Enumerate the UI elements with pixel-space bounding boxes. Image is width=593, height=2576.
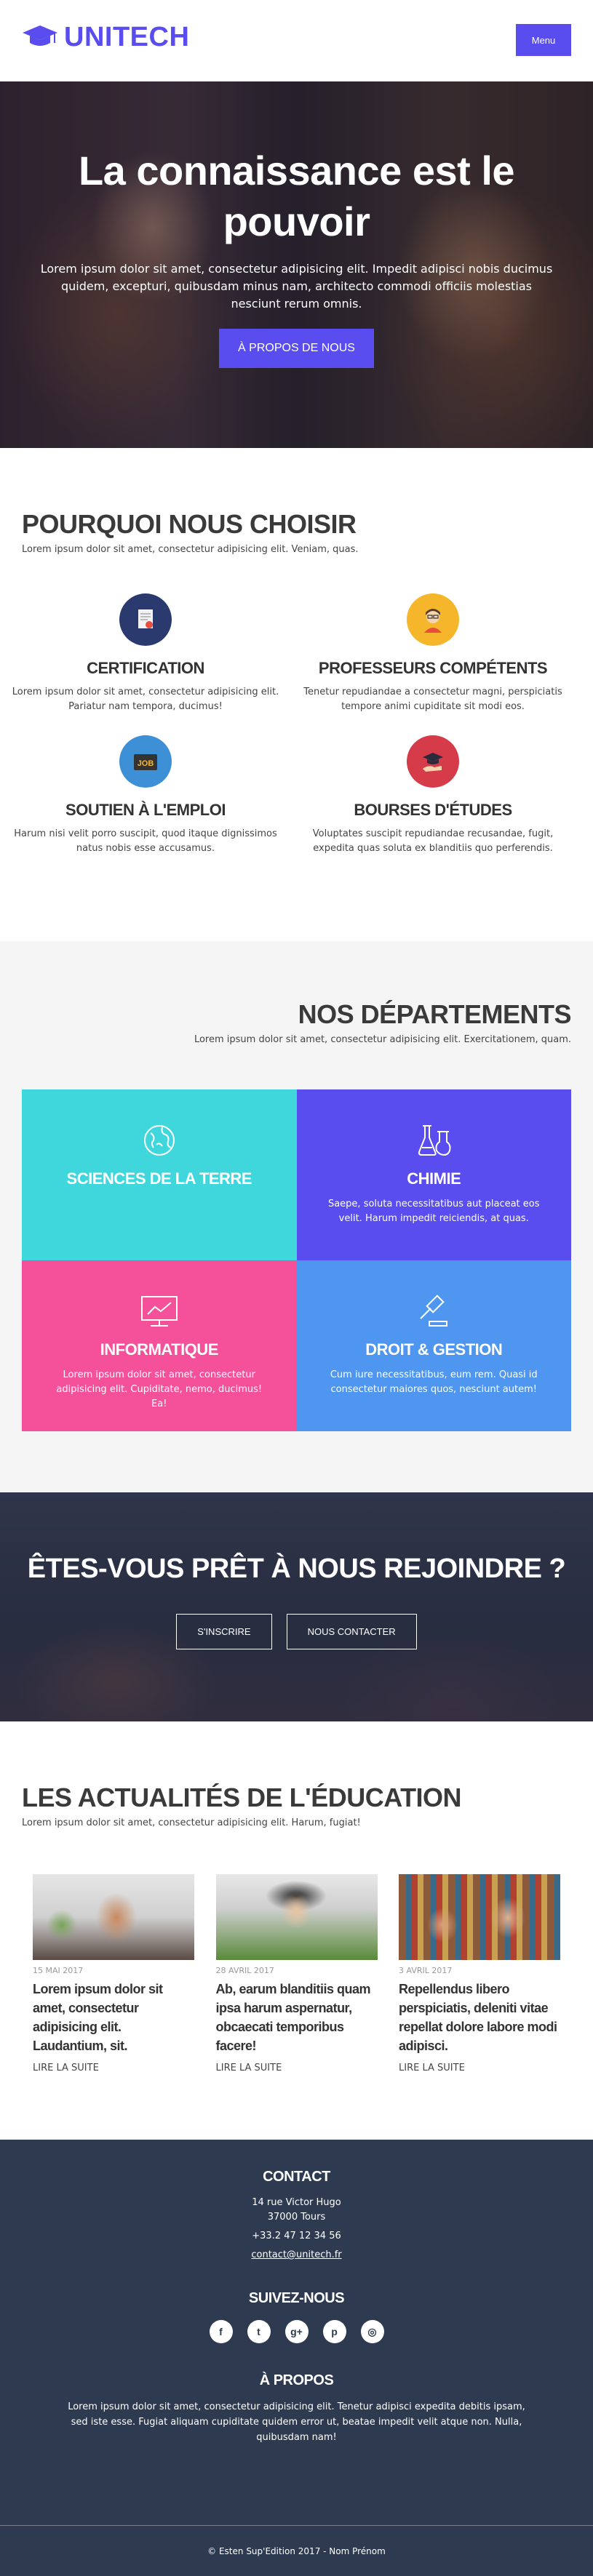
signup-button[interactable]: S'INSCRIRE: [176, 1614, 272, 1649]
menu-button[interactable]: Menu: [516, 24, 571, 56]
feature-text: Lorem ipsum dolor sit amet, consectetur …: [12, 687, 279, 712]
certificate-icon: [119, 593, 172, 646]
about-text: Lorem ipsum dolor sit amet, consectetur …: [68, 2401, 525, 2443]
news-image[interactable]: [33, 1874, 194, 1960]
join-cta-section: ÊTES-VOUS PRÊT À NOUS REJOINDRE ? S'INSC…: [0, 1492, 593, 1721]
follow-us-title: SUIVEZ-NOUS: [248, 2290, 345, 2306]
news-card: 28 AVRIL 2017 Ab, earum blanditiis quam …: [215, 1874, 378, 2073]
hero-text: Lorem ipsum dolor sit amet, consectetur …: [40, 262, 553, 311]
department-earth-sciences[interactable]: SCIENCES DE LA TERRE: [22, 1089, 297, 1260]
gavel-icon: [297, 1289, 572, 1333]
about-us-button[interactable]: À PROPOS DE NOUS: [219, 329, 374, 368]
department-name: SCIENCES DE LA TERRE: [66, 1169, 252, 1188]
department-name: CHIMIE: [407, 1169, 461, 1188]
feature-title: SOUTIEN À L'EMPLOI: [65, 801, 226, 819]
hero-title: La connaissance est le pouvoir: [78, 148, 515, 244]
news-title[interactable]: Ab, earum blanditiis quam ipsa harum asp…: [216, 1980, 378, 2055]
earth-icon: [22, 1119, 297, 1162]
twitter-icon[interactable]: t: [247, 2320, 271, 2343]
facebook-icon[interactable]: f: [209, 2320, 233, 2343]
feature-job-support: JOB SOUTIEN À L'EMPLOI Harum nisi velit …: [11, 735, 280, 856]
news-title[interactable]: Repellendus libero perspiciatis, delenit…: [399, 1980, 560, 2055]
logo-text: UNITECH: [64, 22, 190, 52]
department-chemistry[interactable]: CHIMIE Saepe, soluta necessitatibus aut …: [296, 1089, 572, 1260]
feature-text: Voluptates suscipit repudiandae recusand…: [312, 828, 554, 854]
read-more-link[interactable]: LIRE LA SUITE: [216, 2063, 282, 2073]
feature-text: Tenetur repudiandae a consectetur magni,…: [303, 687, 562, 712]
phone-number: +33.2 47 12 34 56: [252, 2231, 341, 2241]
department-name: DROIT & GESTION: [365, 1340, 503, 1359]
department-text: Saepe, soluta necessitatibus aut placeat…: [327, 1199, 540, 1224]
news-image[interactable]: [215, 1874, 378, 1960]
department-text: Cum iure necessitatibus, eum rem. Quasi …: [330, 1369, 538, 1395]
news-title: LES ACTUALITÉS DE L'ÉDUCATION: [22, 1783, 462, 1812]
instagram-icon[interactable]: ◎: [360, 2320, 384, 2343]
flask-icon: [297, 1119, 572, 1162]
why-choose-us-section: POURQUOI NOUS CHOISIR Lorem ipsum dolor …: [0, 448, 593, 941]
site-header: UNITECH Menu: [0, 0, 593, 81]
departments-subtitle: Lorem ipsum dolor sit amet, consectetur …: [194, 1034, 571, 1045]
feature-title: PROFESSEURS COMPÉTENTS: [318, 659, 548, 677]
feature-certification: CERTIFICATION Lorem ipsum dolor sit amet…: [11, 593, 280, 714]
news-grid: 15 MAI 2017 Lorem ipsum dolor sit amet, …: [33, 1874, 560, 2073]
address-line-2: 37000 Tours: [267, 2212, 326, 2223]
departments-title: NOS DÉPARTEMENTS: [298, 999, 572, 1029]
logo[interactable]: UNITECH: [22, 22, 189, 53]
copyright-text: © Esten Sup'Edition 2017 - Nom Prénom: [207, 2545, 386, 2556]
department-name: INFORMATIQUE: [100, 1340, 219, 1359]
why-subtitle: Lorem ipsum dolor sit amet, consectetur …: [22, 544, 359, 555]
graduation-cap-icon: [22, 24, 58, 52]
feature-title: CERTIFICATION: [87, 659, 204, 677]
news-date: 3 AVRIL 2017: [399, 1966, 453, 1975]
department-computer-science[interactable]: INFORMATIQUE Lorem ipsum dolor sit amet,…: [22, 1260, 297, 1431]
site-footer: CONTACT 14 rue Victor Hugo 37000 Tours +…: [0, 2140, 593, 2576]
address-line-1: 14 rue Victor Hugo: [252, 2197, 341, 2208]
feature-title: BOURSES D'ÉTUDES: [354, 801, 512, 819]
departments-grid: SCIENCES DE LA TERRE CHIMIE Saepe, solut…: [22, 1089, 571, 1431]
feature-teachers: PROFESSEURS COMPÉTENTS Tenetur repudiand…: [298, 593, 568, 714]
read-more-link[interactable]: LIRE LA SUITE: [33, 2063, 99, 2073]
hero-section: La connaissance est le pouvoir Lorem ips…: [0, 81, 593, 448]
google-plus-icon[interactable]: g+: [284, 2320, 309, 2343]
scholarship-icon: [407, 735, 459, 788]
why-title: POURQUOI NOUS CHOISIR: [22, 509, 357, 539]
teacher-icon: [407, 593, 459, 646]
computer-icon: [22, 1289, 297, 1333]
job-icon: JOB: [119, 735, 172, 788]
news-date: 15 MAI 2017: [33, 1966, 84, 1975]
pinterest-icon[interactable]: p: [322, 2320, 346, 2343]
news-subtitle: Lorem ipsum dolor sit amet, consectetur …: [22, 1817, 361, 1828]
contact-us-button[interactable]: NOUS CONTACTER: [286, 1614, 417, 1649]
department-text: Lorem ipsum dolor sit amet, consectetur …: [56, 1369, 263, 1409]
feature-scholarships: BOURSES D'ÉTUDES Voluptates suscipit rep…: [298, 735, 568, 856]
department-law-management[interactable]: DROIT & GESTION Cum iure necessitatibus,…: [296, 1260, 572, 1431]
about-title: À PROPOS: [259, 2372, 334, 2388]
feature-text: Harum nisi velit porro suscipit, quod it…: [14, 828, 277, 854]
news-card: 3 AVRIL 2017 Repellendus libero perspici…: [399, 1874, 560, 2073]
news-section: LES ACTUALITÉS DE L'ÉDUCATION Lorem ipsu…: [0, 1721, 593, 2140]
copyright-bar: © Esten Sup'Edition 2017 - Nom Prénom: [0, 2525, 593, 2576]
cta-title: ÊTES-VOUS PRÊT À NOUS REJOINDRE ?: [27, 1553, 566, 1584]
news-card: 15 MAI 2017 Lorem ipsum dolor sit amet, …: [33, 1874, 194, 2073]
svg-text:JOB: JOB: [138, 759, 154, 768]
news-image[interactable]: [399, 1874, 560, 1960]
news-date: 28 AVRIL 2017: [215, 1966, 274, 1975]
contact-title: CONTACT: [263, 2169, 330, 2185]
read-more-link[interactable]: LIRE LA SUITE: [399, 2063, 465, 2073]
social-links: f t g+ p ◎: [0, 2320, 593, 2343]
email-link[interactable]: contact@unitech.fr: [251, 2249, 341, 2260]
news-title[interactable]: Lorem ipsum dolor sit amet, consectetur …: [33, 1980, 194, 2055]
departments-section: NOS DÉPARTEMENTS Lorem ipsum dolor sit a…: [0, 941, 593, 1492]
